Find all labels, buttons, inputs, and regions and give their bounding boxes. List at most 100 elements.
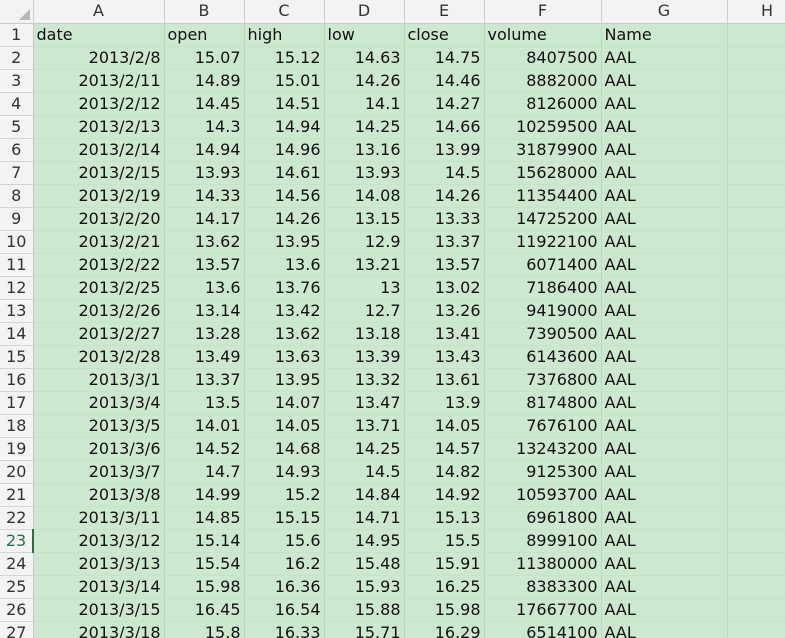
row-header[interactable]: 26 [0, 598, 34, 622]
cell-e[interactable]: 15.5 [404, 529, 485, 553]
row-header[interactable]: 17 [0, 391, 34, 415]
cell-a[interactable]: 2013/2/14 [33, 138, 165, 162]
cell-f[interactable]: 8999100 [484, 529, 602, 553]
cell-c[interactable]: 13.95 [244, 368, 325, 392]
cell-h[interactable] [727, 414, 785, 438]
cell-g[interactable]: AAL [601, 483, 728, 507]
cell-b[interactable]: 14.85 [164, 506, 245, 530]
cell-c[interactable]: 15.01 [244, 69, 325, 93]
row-header[interactable]: 16 [0, 368, 34, 392]
cell-c[interactable]: 13.76 [244, 276, 325, 300]
cell-f[interactable]: 13243200 [484, 437, 602, 461]
cell-e[interactable]: 14.26 [404, 184, 485, 208]
cell-g[interactable]: AAL [601, 276, 728, 300]
cell-a[interactable]: 2013/2/19 [33, 184, 165, 208]
cell-f[interactable]: 11380000 [484, 552, 602, 576]
cell-b[interactable]: 14.94 [164, 138, 245, 162]
cell-a[interactable]: 2013/2/15 [33, 161, 165, 185]
row-header[interactable]: 2 [0, 46, 34, 70]
cell-a[interactable]: 2013/3/6 [33, 437, 165, 461]
cell-c[interactable]: 15.15 [244, 506, 325, 530]
cell-b[interactable]: 14.17 [164, 207, 245, 231]
cell-d[interactable]: 14.95 [324, 529, 405, 553]
row-header[interactable]: 27 [0, 621, 34, 638]
cell-f[interactable]: 6961800 [484, 506, 602, 530]
cell-d[interactable]: 12.9 [324, 230, 405, 254]
cell-a[interactable]: 2013/3/18 [33, 621, 165, 638]
row-header[interactable]: 14 [0, 322, 34, 346]
cell-f[interactable]: 9419000 [484, 299, 602, 323]
cell-h[interactable] [727, 184, 785, 208]
cell-c[interactable]: 16.2 [244, 552, 325, 576]
cell-g[interactable]: AAL [601, 46, 728, 70]
cell-h[interactable] [727, 322, 785, 346]
cell-g[interactable]: AAL [601, 161, 728, 185]
cell-a[interactable]: 2013/2/12 [33, 92, 165, 116]
cell-a[interactable]: date [33, 23, 165, 47]
cell-d[interactable]: 15.71 [324, 621, 405, 638]
cell-g[interactable]: AAL [601, 230, 728, 254]
cell-f[interactable]: 8383300 [484, 575, 602, 599]
cell-c[interactable]: 14.56 [244, 184, 325, 208]
cell-c[interactable]: 16.54 [244, 598, 325, 622]
cell-b[interactable]: 13.6 [164, 276, 245, 300]
cell-h[interactable] [727, 460, 785, 484]
cell-b[interactable]: 14.99 [164, 483, 245, 507]
cell-b[interactable]: 15.14 [164, 529, 245, 553]
cell-d[interactable]: 13.21 [324, 253, 405, 277]
cell-g[interactable]: AAL [601, 299, 728, 323]
cell-h[interactable] [727, 46, 785, 70]
cell-c[interactable]: 13.95 [244, 230, 325, 254]
cell-e[interactable]: 13.41 [404, 322, 485, 346]
cell-d[interactable]: 14.5 [324, 460, 405, 484]
cell-h[interactable] [727, 138, 785, 162]
cell-c[interactable]: 15.12 [244, 46, 325, 70]
cell-a[interactable]: 2013/2/26 [33, 299, 165, 323]
cell-g[interactable]: AAL [601, 368, 728, 392]
select-all-corner[interactable] [0, 0, 34, 24]
cell-c[interactable]: 15.2 [244, 483, 325, 507]
cell-a[interactable]: 2013/3/7 [33, 460, 165, 484]
cell-h[interactable] [727, 368, 785, 392]
cell-e[interactable]: 14.05 [404, 414, 485, 438]
row-header[interactable]: 24 [0, 552, 34, 576]
cell-d[interactable]: 14.1 [324, 92, 405, 116]
column-header-g[interactable]: G [601, 0, 728, 24]
row-header[interactable]: 23 [0, 529, 34, 553]
cell-c[interactable]: 13.6 [244, 253, 325, 277]
cell-b[interactable]: 13.57 [164, 253, 245, 277]
cell-f[interactable]: 11922100 [484, 230, 602, 254]
cell-g[interactable]: AAL [601, 529, 728, 553]
row-header[interactable]: 25 [0, 575, 34, 599]
cell-a[interactable]: 2013/3/11 [33, 506, 165, 530]
cell-f[interactable]: 6514100 [484, 621, 602, 638]
cell-h[interactable] [727, 437, 785, 461]
cell-d[interactable]: 14.63 [324, 46, 405, 70]
cell-b[interactable]: 14.52 [164, 437, 245, 461]
cell-c[interactable]: 14.26 [244, 207, 325, 231]
cell-d[interactable]: 12.7 [324, 299, 405, 323]
cell-f[interactable]: 6143600 [484, 345, 602, 369]
cell-h[interactable] [727, 552, 785, 576]
cell-c[interactable]: 14.51 [244, 92, 325, 116]
cell-d[interactable]: 13.16 [324, 138, 405, 162]
cell-e[interactable]: 15.13 [404, 506, 485, 530]
cell-a[interactable]: 2013/3/1 [33, 368, 165, 392]
cell-g[interactable]: AAL [601, 598, 728, 622]
cell-b[interactable]: 13.5 [164, 391, 245, 415]
cell-a[interactable]: 2013/3/4 [33, 391, 165, 415]
row-header[interactable]: 1 [0, 23, 34, 47]
cell-a[interactable]: 2013/3/8 [33, 483, 165, 507]
cell-d[interactable]: 14.08 [324, 184, 405, 208]
row-header[interactable]: 19 [0, 437, 34, 461]
cell-e[interactable]: 13.9 [404, 391, 485, 415]
cell-g[interactable]: AAL [601, 391, 728, 415]
cell-g[interactable]: AAL [601, 69, 728, 93]
cell-h[interactable] [727, 483, 785, 507]
cell-b[interactable]: 13.93 [164, 161, 245, 185]
cell-d[interactable]: 14.26 [324, 69, 405, 93]
row-header[interactable]: 12 [0, 276, 34, 300]
cell-a[interactable]: 2013/3/13 [33, 552, 165, 576]
cell-c[interactable]: 16.36 [244, 575, 325, 599]
column-header-f[interactable]: F [484, 0, 602, 24]
